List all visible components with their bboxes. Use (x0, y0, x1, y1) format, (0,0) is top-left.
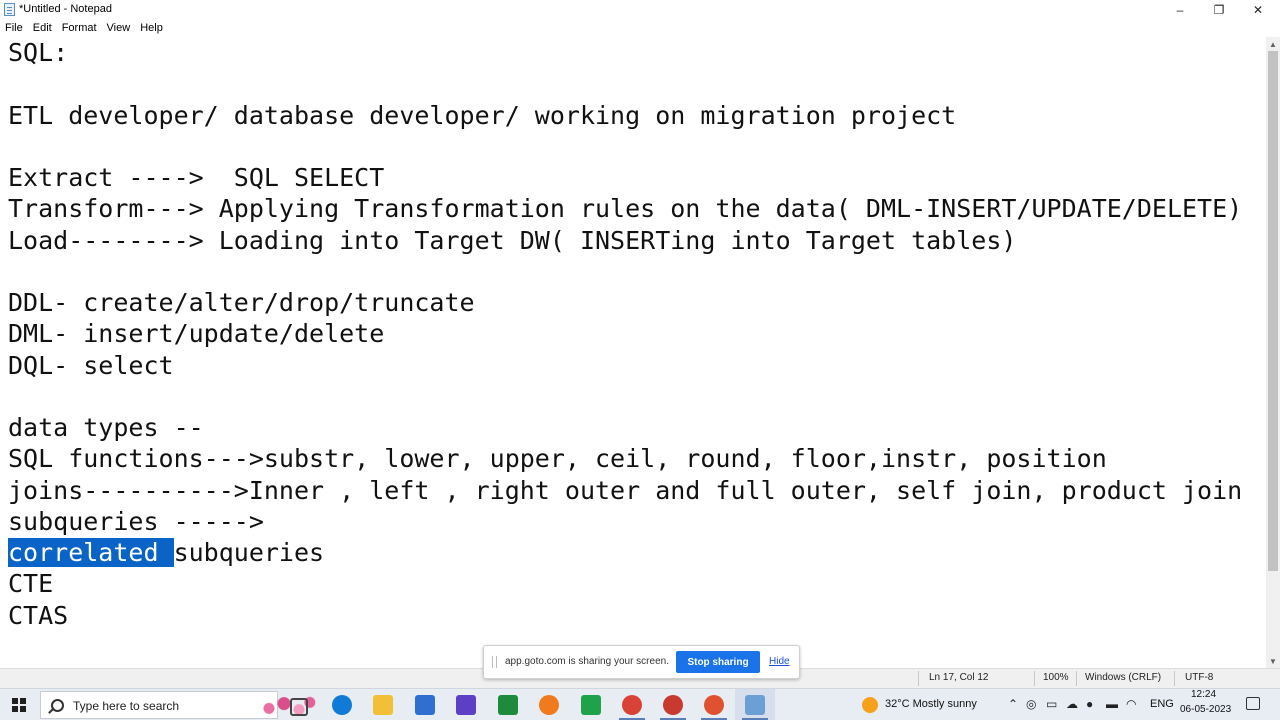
text-line (8, 256, 1242, 287)
minimize-button[interactable]: – (1160, 0, 1200, 20)
file-explorer-icon[interactable] (373, 695, 393, 715)
taskbar: Type here to search 32°C Mostly sunny ⌃ … (0, 688, 1280, 720)
chrome-icon[interactable] (622, 695, 642, 715)
text-line: SQL: (8, 38, 69, 67)
text-line: SQL functions--->substr, lower, upper, c… (8, 444, 1107, 474)
tray-icon[interactable]: ◎ (1026, 697, 1036, 711)
cursor-position: Ln 17, Col 12 (929, 672, 989, 683)
drag-handle-icon[interactable] (492, 656, 497, 668)
encoding: UTF-8 (1185, 672, 1214, 683)
text-line: joins---------->Inner , left , right out… (8, 475, 1243, 505)
selected-text[interactable]: correlated (8, 538, 174, 567)
screen-share-banner: app.goto.com is sharing your screen. Sto… (483, 645, 800, 679)
text-line: ETL developer/ database developer/ worki… (8, 100, 957, 130)
edge-icon[interactable] (332, 695, 352, 715)
search-placeholder: Type here to search (73, 699, 180, 713)
search-icon (51, 699, 64, 712)
battery-icon[interactable]: ▬ (1106, 697, 1118, 711)
menu-view[interactable]: View (102, 20, 136, 36)
scroll-thumb[interactable] (1268, 51, 1278, 571)
close-button[interactable]: ✕ (1238, 0, 1278, 20)
chrome-profile-icon[interactable] (663, 695, 683, 715)
notepad-taskbar-icon[interactable] (745, 695, 765, 715)
onedrive-icon[interactable]: ☁ (1066, 697, 1078, 711)
menu-file[interactable]: File (0, 20, 28, 36)
text-after-selection: subqueries (173, 538, 325, 567)
text-line-selection: correlated subqueries (8, 537, 1242, 568)
document-text[interactable]: SQL: ETL developer/ database developer/ … (8, 37, 1242, 631)
menu-bar: File Edit Format View Help (0, 20, 1280, 36)
app-icon[interactable] (581, 695, 601, 715)
text-editor[interactable]: SQL: ETL developer/ database developer/ … (0, 37, 1266, 668)
text-line: DDL- create/alter/drop/truncate (8, 288, 475, 317)
clock-date[interactable]: 06-05-2023 (1180, 704, 1231, 715)
show-hidden-icons-icon[interactable]: ⌃ (1008, 697, 1018, 711)
hide-link[interactable]: Hide (769, 656, 790, 667)
settings-app-icon[interactable] (539, 695, 559, 715)
search-highlight-image (257, 694, 317, 718)
text-line: Load--------> Loading into Target DW( IN… (8, 225, 1017, 255)
title-bar: *Untitled - Notepad – ❐ ✕ (0, 0, 1280, 20)
text-line: DQL- select (8, 350, 174, 380)
text-line: CTAS (8, 600, 69, 630)
xbox-icon[interactable] (498, 695, 518, 715)
status-divider (1034, 671, 1035, 686)
wifi-icon[interactable]: ◠ (1126, 697, 1136, 711)
menu-help[interactable]: Help (135, 20, 168, 36)
taskbar-search-input[interactable]: Type here to search (40, 691, 317, 719)
status-divider (1174, 671, 1175, 686)
status-divider (918, 671, 919, 686)
share-message: app.goto.com is sharing your screen. (505, 656, 669, 667)
weather-text[interactable]: 32°C Mostly sunny (885, 698, 977, 710)
text-line: subqueries -----> (8, 506, 264, 536)
text-line: data types -- (8, 413, 204, 442)
text-line: DML- insert/update/delete (8, 319, 385, 349)
menu-format[interactable]: Format (57, 20, 102, 36)
text-line (8, 68, 1242, 99)
text-line (8, 381, 1242, 412)
weather-sun-icon[interactable] (862, 697, 878, 713)
notepad-icon (4, 3, 15, 16)
visual-studio-icon[interactable] (456, 695, 476, 715)
windows-start-icon[interactable] (12, 698, 26, 712)
microphone-icon[interactable]: ● (1086, 697, 1093, 711)
text-line: Transform---> Applying Transformation ru… (8, 194, 1243, 224)
window-title: *Untitled - Notepad (19, 3, 112, 15)
scroll-up-arrow-icon[interactable]: ▲ (1266, 37, 1280, 51)
stop-sharing-button[interactable]: Stop sharing (676, 651, 760, 673)
mail-icon[interactable] (415, 695, 435, 715)
notification-center-icon[interactable] (1246, 697, 1260, 710)
line-ending: Windows (CRLF) (1085, 672, 1162, 683)
task-view-icon[interactable] (290, 698, 308, 716)
text-line: Extract ----> SQL SELECT (8, 163, 385, 192)
scroll-down-arrow-icon[interactable]: ▼ (1266, 654, 1280, 668)
language-indicator[interactable]: ENG (1150, 698, 1174, 710)
zoom-level: 100% (1043, 672, 1069, 683)
maximize-button[interactable]: ❐ (1199, 0, 1239, 20)
menu-edit[interactable]: Edit (28, 20, 57, 36)
clock-time[interactable]: 12:24 (1191, 689, 1216, 700)
tray-icon[interactable]: ▭ (1046, 697, 1057, 711)
status-divider (1076, 671, 1077, 686)
chrome-alt-icon[interactable] (704, 695, 724, 715)
text-line: CTE (8, 569, 54, 599)
text-line (8, 131, 1242, 162)
vertical-scrollbar[interactable]: ▲ ▼ (1266, 37, 1280, 668)
